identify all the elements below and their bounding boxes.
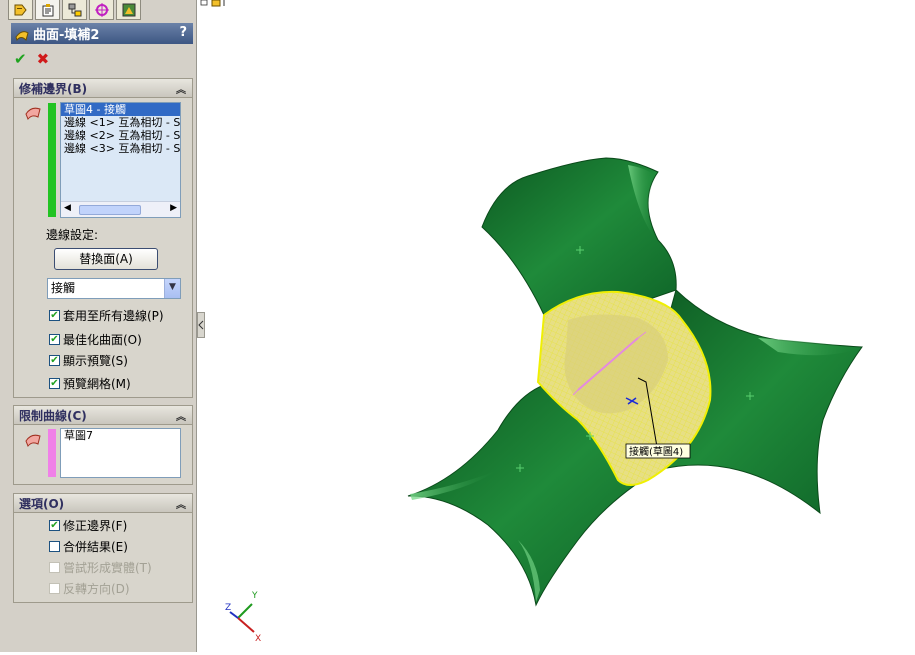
edge-selection-icon [25, 107, 41, 120]
options-title-text: 選項(O) [19, 496, 65, 511]
display-manager-icon [122, 3, 135, 16]
fix-boundary-checkbox[interactable]: ✔ 修正邊界(F) [49, 517, 127, 534]
edge-settings-label: 邊線設定: [46, 228, 99, 242]
curve-selection-icon [25, 434, 41, 447]
feature-title: 曲面-填補2 [33, 28, 100, 43]
alternate-face-button[interactable]: 替換面(A) [54, 248, 158, 270]
checkbox-box[interactable]: ✔ [49, 378, 60, 389]
patch-boundary-group: 修補邊界(B) ︽ 草圖4 - 接觸 邊線 <1> 互為相切 - S 邊線 <2>… [13, 78, 193, 398]
scroll-thumb[interactable] [79, 205, 141, 215]
featuremanager-tab[interactable] [8, 0, 33, 20]
constraint-curves-group: 限制曲線(C) ︽ 草圖7 [13, 405, 193, 485]
checkbox-box[interactable]: ✔ [49, 355, 60, 366]
constraint-curves-color-bar [48, 429, 56, 477]
featuremanager-icon [14, 4, 27, 15]
checkbox-label: 反轉方向(D) [63, 582, 130, 596]
checkbox-label: 合併結果(E) [63, 540, 128, 554]
patch-boundary-title[interactable]: 修補邊界(B) ︽ [14, 79, 192, 98]
checkbox-box[interactable] [49, 541, 60, 552]
axis-triad: Y X Z [225, 591, 261, 644]
preview-mesh-checkbox[interactable]: ✔ 預覽網格(M) [49, 375, 131, 392]
constraint-curves-list[interactable]: 草圖7 [60, 428, 181, 478]
action-buttons: ✔ ✖ [14, 50, 49, 68]
constraint-curves-title[interactable]: 限制曲線(C) ︽ [14, 406, 192, 425]
checkbox-box [49, 562, 60, 573]
scroll-left-icon[interactable]: ◀ [64, 203, 71, 213]
property-manager-panel: 曲面-填補2 ? ✔ ✖ 修補邊界(B) ︽ 草圖4 - 接觸 邊線 <1> 互為… [0, 0, 197, 652]
callout-label: 接觸(草圖4) [629, 445, 683, 458]
reverse-direction-checkbox: 反轉方向(D) [49, 580, 130, 597]
checkbox-box [49, 583, 60, 594]
checkbox-label: 修正邊界(F) [63, 519, 128, 533]
configurationmanager-tab[interactable] [62, 0, 87, 20]
horizontal-scrollbar[interactable]: ◀ ▶ [61, 201, 180, 217]
try-to-form-solid-checkbox: 嘗試形成實體(T) [49, 559, 152, 576]
display-manager-tab[interactable] [116, 0, 141, 20]
patch-boundary-title-text: 修補邊界(B) [19, 81, 88, 96]
list-item[interactable]: 邊線 <1> 互為相切 - S [61, 116, 180, 129]
collapse-chevron-icon[interactable]: ︽ [176, 496, 186, 511]
collapse-chevron-icon[interactable]: ︽ [176, 81, 186, 96]
dimxpert-icon [94, 2, 109, 17]
curvature-control-value: 接觸 [51, 281, 76, 295]
fill-surface-icon [15, 30, 29, 41]
checkbox-box[interactable]: ✔ [49, 520, 60, 531]
options-title[interactable]: 選項(O) ︽ [14, 494, 192, 513]
part-tree-icon[interactable] [200, 0, 225, 7]
constraint-curves-title-text: 限制曲線(C) [19, 408, 87, 423]
triad-x-label: X [255, 634, 261, 644]
patch-boundary-color-bar [48, 103, 56, 217]
checkbox-label: 嘗試形成實體(T) [63, 561, 152, 575]
checkbox-box[interactable]: ✔ [49, 334, 60, 345]
triad-y-label: Y [251, 591, 258, 601]
dimxpert-tab[interactable] [89, 0, 114, 20]
cancel-button[interactable]: ✖ [37, 50, 50, 68]
manager-tabs [8, 0, 141, 22]
options-group: 選項(O) ︽ ✔ 修正邊界(F) 合併結果(E) 嘗試形成實體(T) 反轉方向(D… [13, 493, 193, 603]
list-item[interactable]: 邊線 <3> 互為相切 - S [61, 142, 180, 155]
propertymanager-icon [42, 3, 53, 16]
scroll-right-icon[interactable]: ▶ [170, 203, 177, 213]
checkbox-label: 預覽網格(M) [63, 377, 131, 391]
feature-header: 曲面-填補2 ? [11, 23, 193, 44]
list-item[interactable]: 草圖4 - 接觸 [61, 103, 180, 116]
help-button[interactable]: ? [179, 25, 187, 40]
curvature-control-select[interactable]: 接觸 ▼ [47, 278, 181, 299]
checkbox-box[interactable]: ✔ [49, 310, 60, 321]
optimize-surface-checkbox[interactable]: ✔ 最佳化曲面(O) [49, 331, 142, 348]
collapse-chevron-icon[interactable]: ︽ [176, 408, 186, 423]
merge-result-checkbox[interactable]: 合併結果(E) [49, 538, 128, 555]
propertymanager-tab[interactable] [35, 0, 60, 20]
triad-z-label: Z [225, 603, 231, 613]
list-item[interactable]: 邊線 <2> 互為相切 - S [61, 129, 180, 142]
checkbox-label: 套用至所有邊線(P) [63, 309, 164, 323]
patch-boundary-list[interactable]: 草圖4 - 接觸 邊線 <1> 互為相切 - S 邊線 <2> 互為相切 - S… [60, 102, 181, 218]
apply-all-edges-checkbox[interactable]: ✔ 套用至所有邊線(P) [49, 307, 164, 324]
graphics-area[interactable]: 接觸(草圖4) Y X Z [198, 0, 915, 652]
checkbox-label: 顯示預覽(S) [63, 354, 128, 368]
ok-button[interactable]: ✔ [14, 50, 27, 68]
configurationmanager-icon [68, 3, 81, 16]
checkbox-label: 最佳化曲面(O) [63, 333, 142, 347]
chevron-down-icon[interactable]: ▼ [164, 279, 180, 298]
model-view: 接觸(草圖4) Y X Z [200, 0, 863, 644]
list-item[interactable]: 草圖7 [61, 429, 180, 442]
show-preview-checkbox[interactable]: ✔ 顯示預覽(S) [49, 352, 128, 369]
